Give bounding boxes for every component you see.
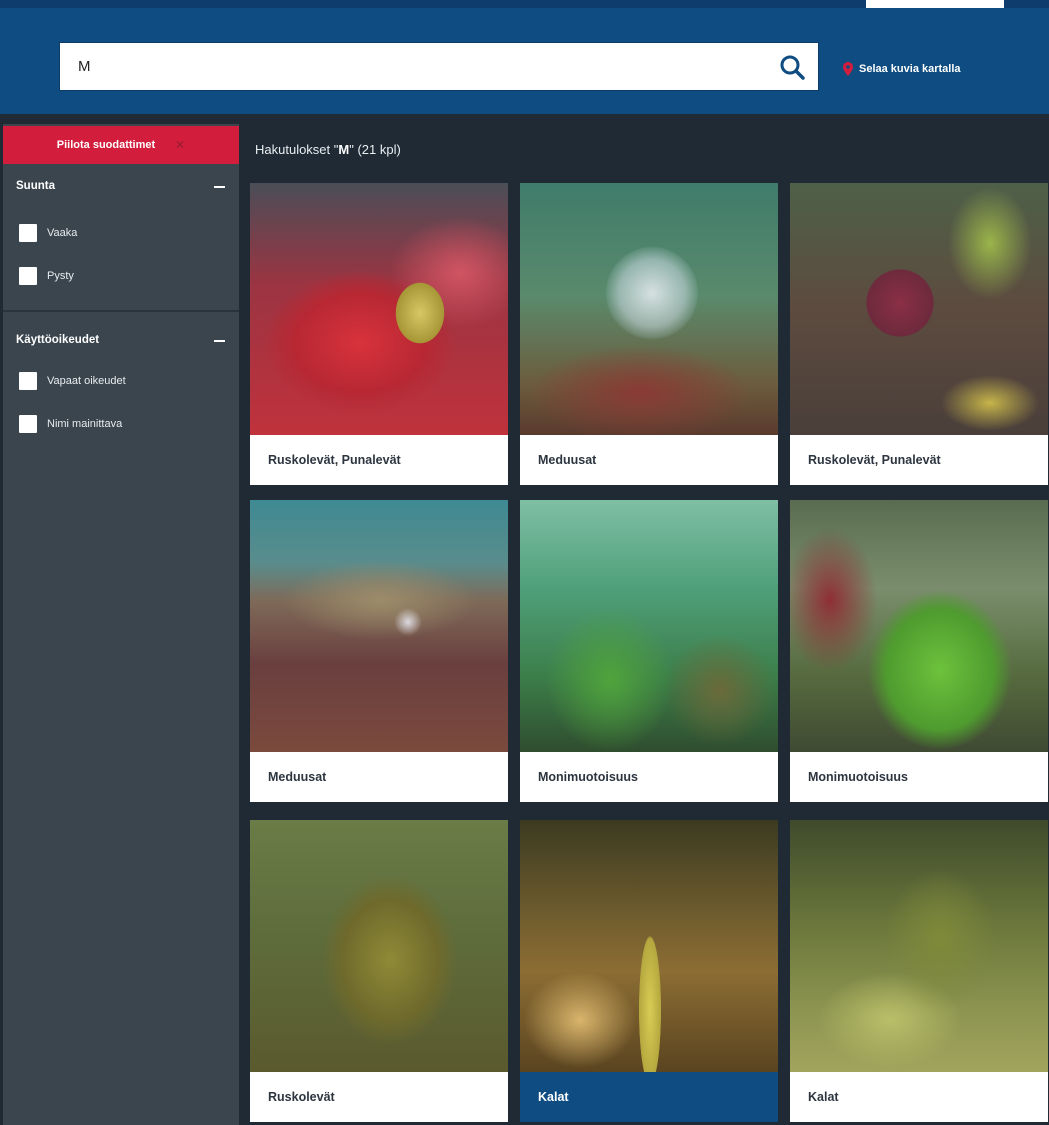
filter-option-label: Nimi mainittava xyxy=(47,418,123,430)
result-caption[interactable]: Ruskolevät xyxy=(250,1072,508,1122)
result-card[interactable]: Meduusat xyxy=(250,500,508,802)
hide-filters-button[interactable]: Piilota suodattimet ✕ xyxy=(3,126,239,164)
search-icon xyxy=(780,55,805,80)
result-caption[interactable]: Ruskolevät, Punalevät xyxy=(250,435,508,485)
result-thumbnail[interactable] xyxy=(520,820,778,1072)
result-card[interactable]: Meduusat xyxy=(520,183,778,485)
map-link-label: Selaa kuvia kartalla xyxy=(859,63,961,75)
checkbox[interactable] xyxy=(19,224,37,242)
result-thumbnail[interactable] xyxy=(790,500,1048,752)
hide-filters-label: Piilota suodattimet xyxy=(56,139,156,151)
search-input[interactable] xyxy=(78,43,758,90)
search-button[interactable] xyxy=(778,53,806,81)
result-card[interactable]: Ruskolevät xyxy=(250,820,508,1122)
result-thumbnail[interactable] xyxy=(790,183,1048,435)
checkbox[interactable] xyxy=(19,267,37,285)
result-card[interactable]: Monimuotoisuus xyxy=(790,500,1048,802)
filter-option-label: Vapaat oikeudet xyxy=(47,375,126,387)
divider xyxy=(3,310,239,312)
result-caption[interactable]: Monimuotoisuus xyxy=(790,752,1048,802)
result-card[interactable]: Kalat xyxy=(790,820,1048,1122)
result-caption[interactable]: Monimuotoisuus xyxy=(520,752,778,802)
collapse-minus-icon[interactable] xyxy=(214,340,225,342)
header: Selaa kuvia kartalla xyxy=(0,8,1049,114)
filter-option-free-rights[interactable]: Vapaat oikeudet xyxy=(19,372,126,390)
filter-section-orientation: Suunta xyxy=(3,174,239,200)
top-strip-segment xyxy=(0,0,866,8)
filter-option-portrait[interactable]: Pysty xyxy=(19,267,74,285)
filter-option-landscape[interactable]: Vaaka xyxy=(19,224,77,242)
filter-section-usage-rights: Käyttöoikeudet xyxy=(3,328,239,354)
result-thumbnail[interactable] xyxy=(250,183,508,435)
results-query: M xyxy=(338,142,350,157)
result-thumbnail[interactable] xyxy=(790,820,1048,1072)
map-pin-icon xyxy=(843,62,853,76)
close-icon: ✕ xyxy=(175,138,186,152)
results-title: Hakutulokset "M" (21 kpl) xyxy=(255,142,401,157)
collapse-minus-icon[interactable] xyxy=(214,186,225,188)
results-prefix: Hakutulokset " xyxy=(255,142,339,157)
result-thumbnail[interactable] xyxy=(520,500,778,752)
result-caption[interactable]: Meduusat xyxy=(520,435,778,485)
filter-option-label: Pysty xyxy=(47,270,74,282)
search-box xyxy=(59,42,819,91)
result-card[interactable]: Ruskolevät, Punalevät xyxy=(790,183,1048,485)
result-caption[interactable]: Kalat xyxy=(790,1072,1048,1122)
filter-section-title: Käyttöoikeudet xyxy=(16,334,100,346)
filter-sidebar: Piilota suodattimet ✕ Suunta Vaaka Pysty… xyxy=(3,124,239,1125)
top-strip-segment xyxy=(1004,0,1049,8)
checkbox[interactable] xyxy=(19,415,37,433)
filter-option-label: Vaaka xyxy=(47,227,78,239)
result-thumbnail[interactable] xyxy=(520,183,778,435)
map-link[interactable]: Selaa kuvia kartalla xyxy=(843,60,961,78)
checkbox[interactable] xyxy=(19,372,37,390)
result-thumbnail[interactable] xyxy=(250,500,508,752)
result-thumbnail[interactable] xyxy=(250,820,508,1072)
result-card-active[interactable]: Kalat xyxy=(520,820,778,1122)
result-caption[interactable]: Kalat xyxy=(520,1072,778,1122)
top-strip xyxy=(0,0,1049,8)
result-caption[interactable]: Meduusat xyxy=(250,752,508,802)
result-card[interactable]: Ruskolevät, Punalevät xyxy=(250,183,508,485)
result-caption[interactable]: Ruskolevät, Punalevät xyxy=(790,435,1048,485)
filter-option-name-mentioned[interactable]: Nimi mainittava xyxy=(19,415,122,433)
filter-section-title: Suunta xyxy=(16,180,55,192)
result-card[interactable]: Monimuotoisuus xyxy=(520,500,778,802)
results-count: " (21 kpl) xyxy=(349,142,401,157)
